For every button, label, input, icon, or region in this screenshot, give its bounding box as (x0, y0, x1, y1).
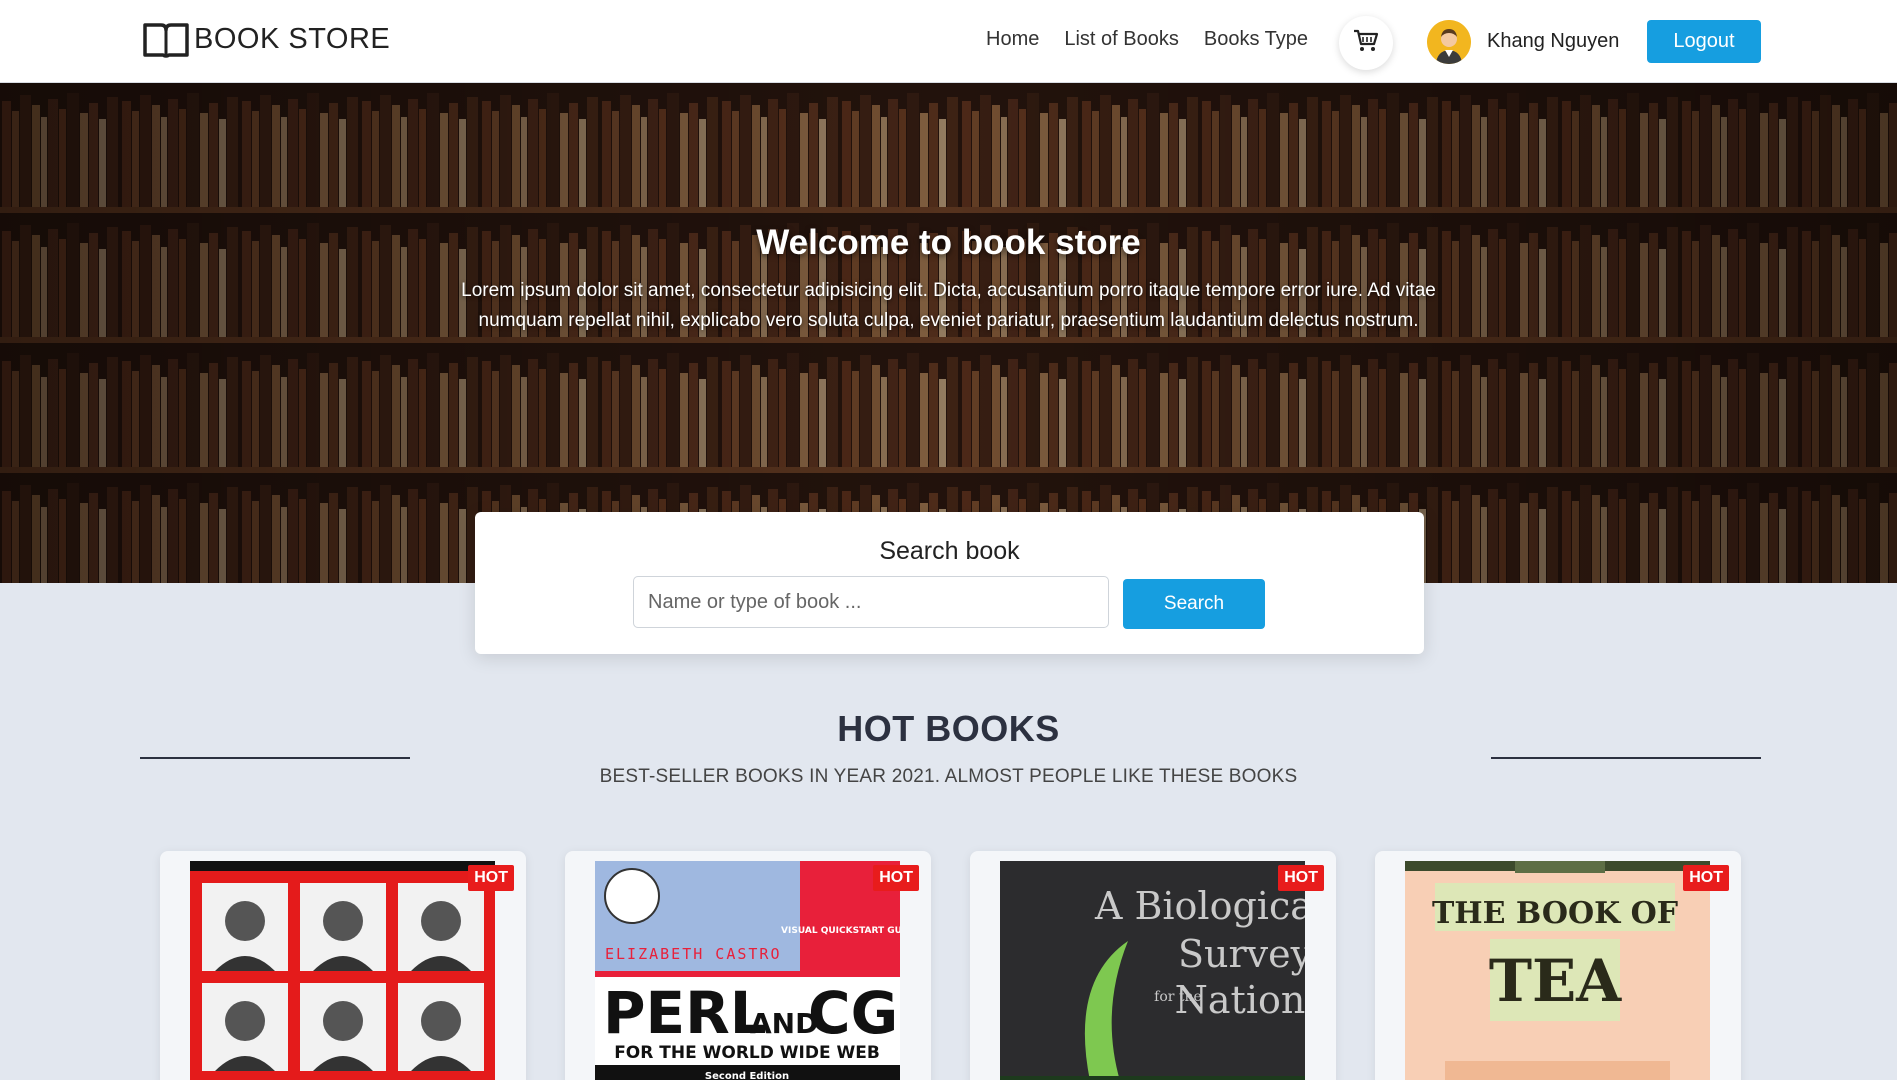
cover-subtitle: FOR THE WORLD WIDE WEB (614, 1043, 880, 1063)
book-card[interactable]: ELIZABETH CASTRO VISUAL QUICKSTART GUIDE… (565, 851, 931, 1080)
section-title: HOT BOOKS (837, 708, 1060, 749)
nav-books-type[interactable]: Books Type (1204, 28, 1308, 51)
cover-title-1: THE BOOK OF (1432, 896, 1678, 931)
logout-button[interactable]: Logout (1647, 20, 1761, 63)
book-cover-image[interactable] (190, 861, 495, 1080)
divider-left (140, 757, 410, 759)
search-button[interactable]: Search (1123, 579, 1265, 629)
cover-author: ELIZABETH CASTRO (605, 945, 782, 963)
navbar: BOOK STORE Home List of Books Books Type (0, 0, 1897, 83)
user-name[interactable]: Khang Nguyen (1487, 30, 1619, 53)
book-cover-image[interactable]: THE BOOK OF TEA (1405, 861, 1710, 1080)
nav-list-of-books[interactable]: List of Books (1064, 28, 1179, 51)
section-subtitle: BEST-SELLER BOOKS IN YEAR 2021. ALMOST P… (599, 766, 1298, 787)
hero-description: Lorem ipsum dolor sit amet, consectetur … (461, 280, 1436, 331)
book-card[interactable]: THE BOOK OF TEA HOT (1375, 851, 1741, 1080)
nav-links: Home List of Books Books Type (986, 28, 1333, 51)
cover-title-4: Nation (1175, 978, 1305, 1022)
cart-button[interactable] (1339, 16, 1393, 70)
search-card: Search book Search (475, 512, 1424, 654)
avatar[interactable] (1427, 20, 1471, 64)
hot-badge: HOT (1683, 865, 1729, 891)
divider-right (1491, 757, 1761, 759)
cover-series: VISUAL QUICKSTART GUIDE (781, 926, 900, 936)
search-title: Search book (879, 537, 1020, 565)
hot-badge: HOT (1278, 865, 1324, 891)
hero-title: Welcome to book store (756, 223, 1141, 262)
cover-title-1: PERL (603, 979, 767, 1047)
nav-home[interactable]: Home (986, 28, 1039, 51)
book-card[interactable]: HOT (160, 851, 526, 1080)
hero-banner: Welcome to book store Lorem ipsum dolor … (0, 83, 1897, 583)
hot-badge: HOT (873, 865, 919, 891)
cover-title-3: CGI (808, 979, 900, 1047)
cover-title-1: A Biological (1094, 884, 1305, 928)
search-input[interactable] (633, 576, 1109, 628)
cover-title-2: Survey (1178, 932, 1305, 976)
book-card[interactable]: A Biological Survey for the Nation HOT (970, 851, 1336, 1080)
book-cover-image[interactable]: ELIZABETH CASTRO VISUAL QUICKSTART GUIDE… (595, 861, 900, 1080)
open-book-icon (142, 19, 190, 59)
cover-edition: Second Edition (705, 1071, 789, 1080)
hot-badge: HOT (468, 865, 514, 891)
book-cover-image[interactable]: A Biological Survey for the Nation (1000, 861, 1305, 1080)
cart-icon (1353, 29, 1379, 58)
cover-title-2: TEA (1489, 947, 1622, 1015)
brand-logo[interactable]: BOOK STORE (142, 18, 390, 60)
brand-name: BOOK STORE (194, 22, 391, 55)
